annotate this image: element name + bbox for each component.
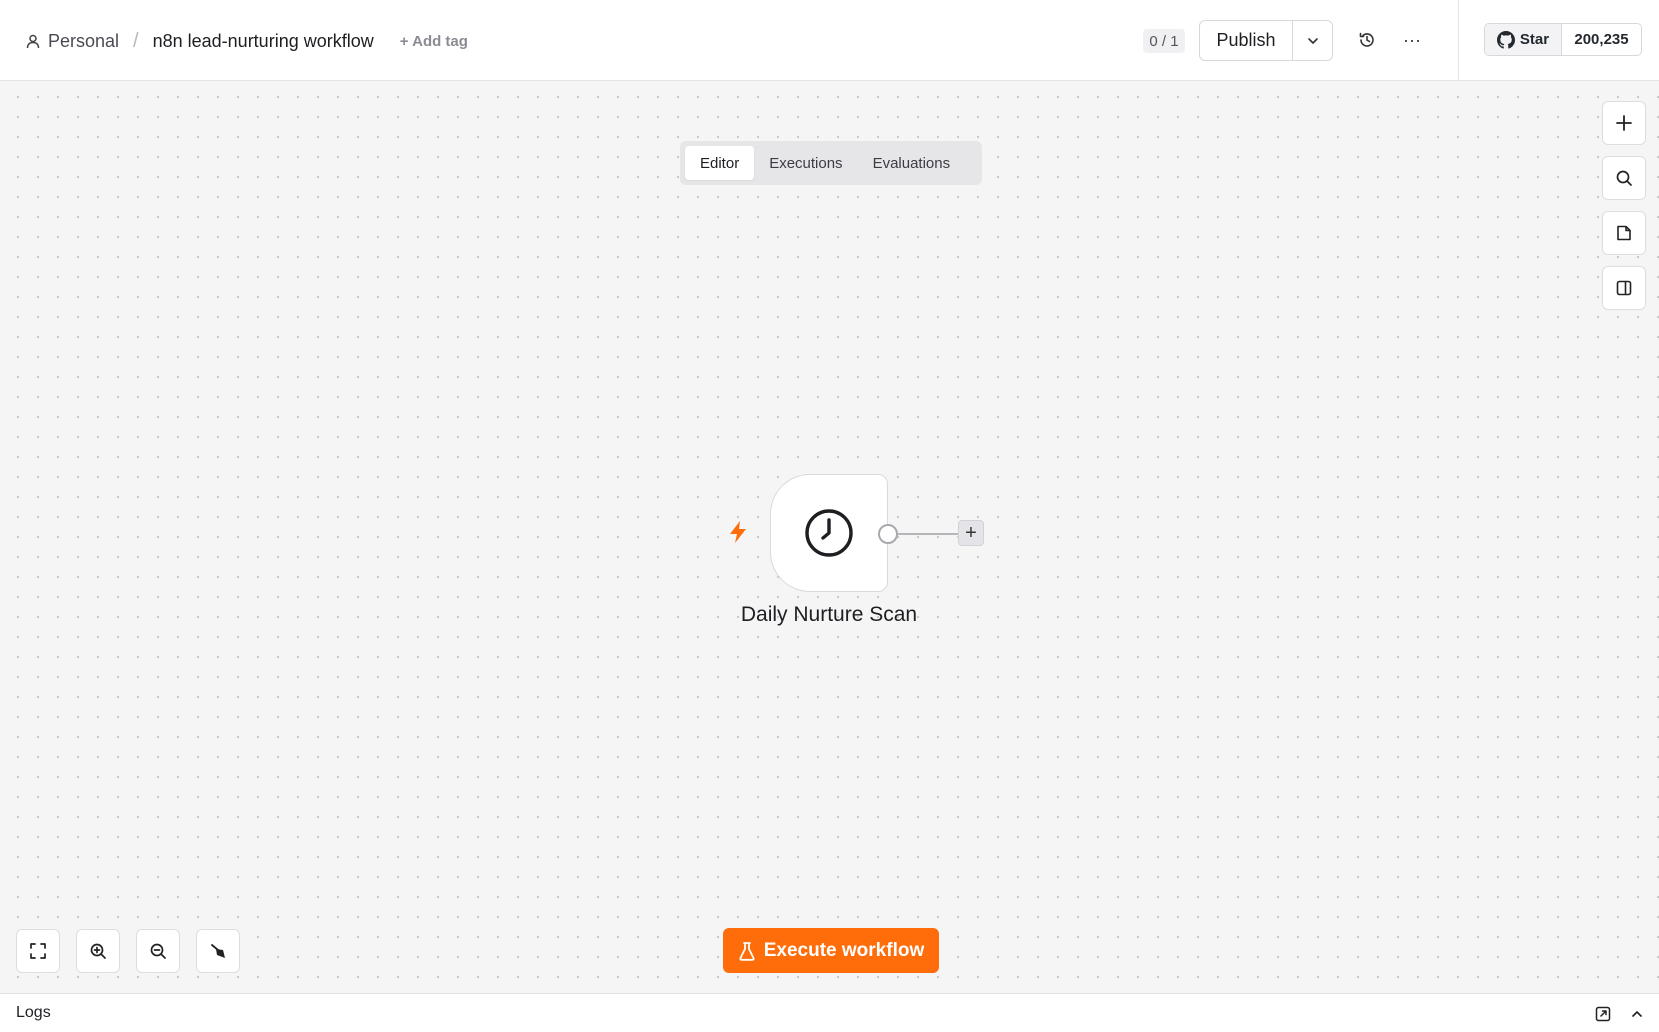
node-label: Daily Nurture Scan [740,603,918,626]
header-divider [1458,0,1459,81]
github-star-widget[interactable]: Star 200,235 [1484,23,1642,56]
tab-editor[interactable]: Editor [685,146,755,180]
zoom-out-button[interactable] [136,929,180,973]
github-star-label: Star [1519,31,1550,48]
publish-options-button[interactable] [1293,21,1332,60]
node-connection-line [898,533,958,535]
add-tag-button[interactable]: + Add tag [400,33,468,50]
fit-view-icon [30,943,46,959]
workflow-name[interactable]: n8n lead-nurturing workflow [153,31,374,52]
project-link[interactable]: Personal [48,31,119,52]
tab-evaluations[interactable]: Evaluations [858,146,966,180]
breadcrumb-separator: / [133,29,139,52]
publish-button-group: Publish [1199,20,1333,61]
canvas-right-toolbar [1602,101,1646,321]
github-star-button[interactable]: Star [1485,24,1562,55]
active-counter-badge: 0 / 1 [1143,29,1185,53]
add-node-button[interactable] [1602,101,1646,145]
history-icon [1359,32,1374,47]
execute-workflow-button[interactable]: Execute workflow [723,928,939,973]
node-output-handle[interactable] [878,524,898,544]
toggle-panel-button[interactable] [1602,266,1646,310]
popout-icon [1595,1006,1611,1022]
panel-icon [1616,280,1632,296]
workflow-node[interactable] [770,474,888,592]
logs-expand-button[interactable] [1628,1005,1646,1023]
tidy-up-button[interactable] [196,929,240,973]
zoom-out-icon [150,943,166,959]
logs-panel-bar[interactable]: Logs [0,993,1659,1032]
chevron-up-icon [1632,1011,1642,1017]
history-button[interactable] [1355,28,1379,52]
tab-executions[interactable]: Executions [754,146,857,180]
github-star-count[interactable]: 200,235 [1562,24,1641,55]
search-nodes-button[interactable] [1602,156,1646,200]
clock-icon [805,509,853,557]
view-tabs: Editor Executions Evaluations [680,141,982,185]
breadcrumb: Personal / n8n lead-nurturing workflow +… [26,29,468,53]
plus-icon [1616,115,1632,131]
zoom-controls [16,929,256,973]
user-icon [26,33,42,49]
tidy-up-icon [211,944,225,958]
zoom-in-button[interactable] [76,929,120,973]
top-header: Personal / n8n lead-nurturing workflow +… [0,0,1659,81]
add-sticky-note-button[interactable] [1602,211,1646,255]
search-icon [1616,170,1632,186]
more-options-button[interactable]: ··· [1400,28,1424,52]
fit-view-button[interactable] [16,929,60,973]
bolt-icon [727,520,749,544]
publish-button[interactable]: Publish [1200,21,1293,60]
add-connected-node-button[interactable]: + [958,520,984,546]
execute-workflow-label: Execute workflow [763,939,925,961]
logs-popout-button[interactable] [1594,1005,1612,1023]
github-icon [1496,30,1515,49]
chevron-down-icon [1307,37,1318,44]
flask-icon [739,941,755,961]
logs-title: Logs [16,1004,51,1021]
zoom-in-icon [90,943,106,959]
sticky-note-icon [1617,225,1631,241]
